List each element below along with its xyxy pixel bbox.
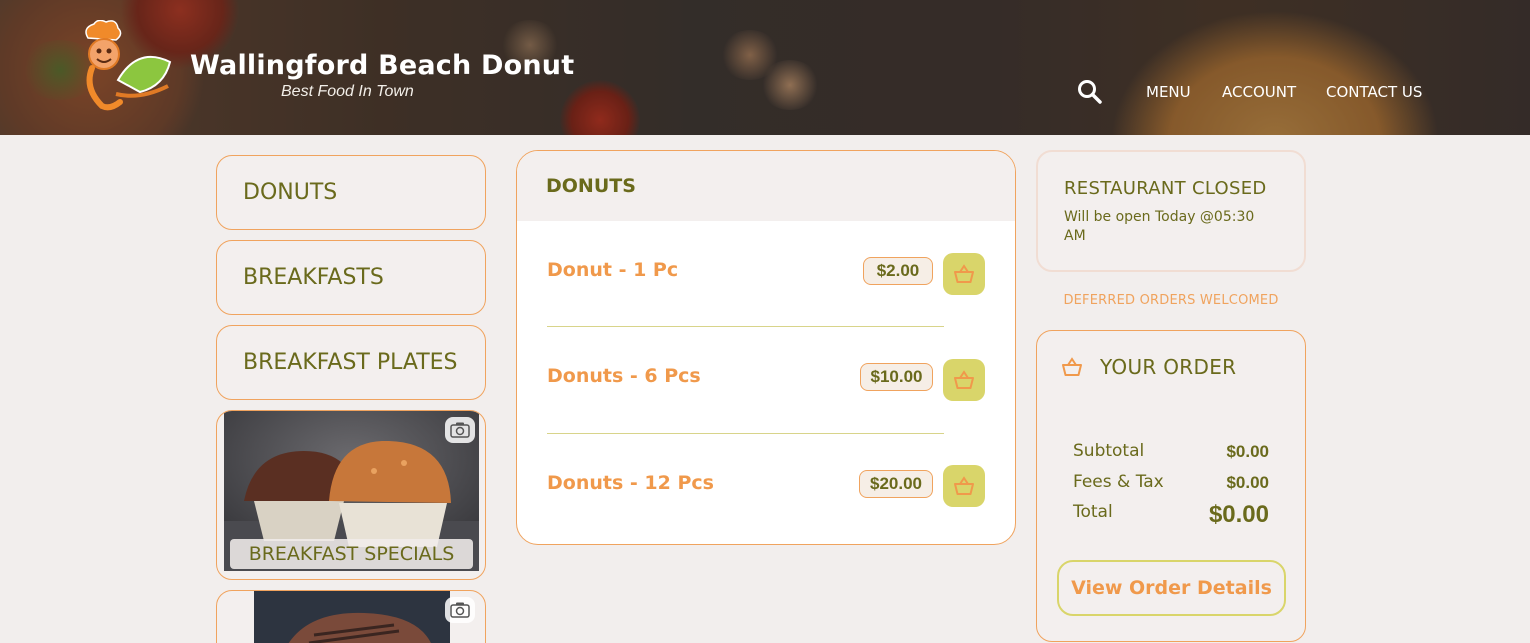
menu-panel: DONUTS Donut - 1 Pc $2.00 Donuts - 6 Pcs… (516, 150, 1016, 545)
search-icon[interactable] (1077, 79, 1103, 105)
nav-menu[interactable]: MENU (1146, 83, 1191, 101)
category-label: BREAKFAST SPECIALS (230, 539, 473, 569)
nav-contact-us[interactable]: CONTACT US (1326, 83, 1422, 101)
camera-icon[interactable] (445, 597, 475, 623)
order-title: YOUR ORDER (1100, 355, 1237, 379)
nav-account[interactable]: ACCOUNT (1222, 83, 1296, 101)
item-name[interactable]: Donuts - 12 Pcs (547, 472, 714, 494)
add-to-cart-button[interactable] (943, 465, 985, 507)
order-summary-card: YOUR ORDER Subtotal $0.00 Fees & Tax $0.… (1036, 330, 1306, 642)
menu-title: DONUTS (517, 151, 1015, 221)
status-subtitle: Will be open Today @05:30 AM (1064, 209, 1255, 244)
item-price: $20.00 (859, 470, 933, 498)
category-label: BREAKFAST PLATES (243, 350, 458, 375)
item-divider (547, 326, 944, 327)
category-image-card[interactable] (216, 590, 486, 643)
basket-icon (954, 370, 974, 389)
camera-icon[interactable] (445, 417, 475, 443)
item-name[interactable]: Donut - 1 Pc (547, 259, 678, 281)
fees-label: Fees & Tax (1073, 472, 1164, 492)
total-label: Total (1073, 502, 1113, 522)
site-header: Wallingford Beach Donut Best Food In Tow… (0, 0, 1530, 135)
steak-image (254, 591, 450, 643)
category-label: BREAKFASTS (243, 265, 384, 290)
item-price: $10.00 (860, 363, 933, 391)
subtotal-label: Subtotal (1073, 441, 1145, 461)
restaurant-status-card: RESTAURANT CLOSED Will be open Today @05… (1036, 150, 1306, 272)
item-divider (547, 433, 944, 434)
category-breakfasts[interactable]: BREAKFASTS (216, 240, 486, 315)
category-breakfast-plates[interactable]: BREAKFAST PLATES (216, 325, 486, 400)
category-donuts[interactable]: DONUTS (216, 155, 486, 230)
add-to-cart-button[interactable] (943, 359, 985, 401)
add-to-cart-button[interactable] (943, 253, 985, 295)
item-price: $2.00 (863, 257, 933, 285)
fees-value: $0.00 (1226, 473, 1269, 492)
status-title: RESTAURANT CLOSED (1064, 178, 1267, 199)
category-breakfast-specials[interactable]: BREAKFAST SPECIALS (216, 410, 486, 580)
view-order-details-button[interactable]: View Order Details (1057, 560, 1286, 616)
item-name[interactable]: Donuts - 6 Pcs (547, 365, 701, 387)
basket-icon (954, 476, 974, 495)
chef-logo[interactable] (78, 20, 174, 112)
category-label: DONUTS (243, 180, 338, 205)
brand-title[interactable]: Wallingford Beach Donut (190, 50, 574, 81)
subtotal-value: $0.00 (1226, 442, 1269, 461)
basket-icon (1062, 357, 1082, 376)
total-value: $0.00 (1208, 501, 1269, 528)
basket-icon (954, 264, 974, 283)
deferred-orders-notice: DEFERRED ORDERS WELCOMED (1063, 293, 1279, 308)
brand-subtitle: Best Food In Town (281, 83, 414, 100)
